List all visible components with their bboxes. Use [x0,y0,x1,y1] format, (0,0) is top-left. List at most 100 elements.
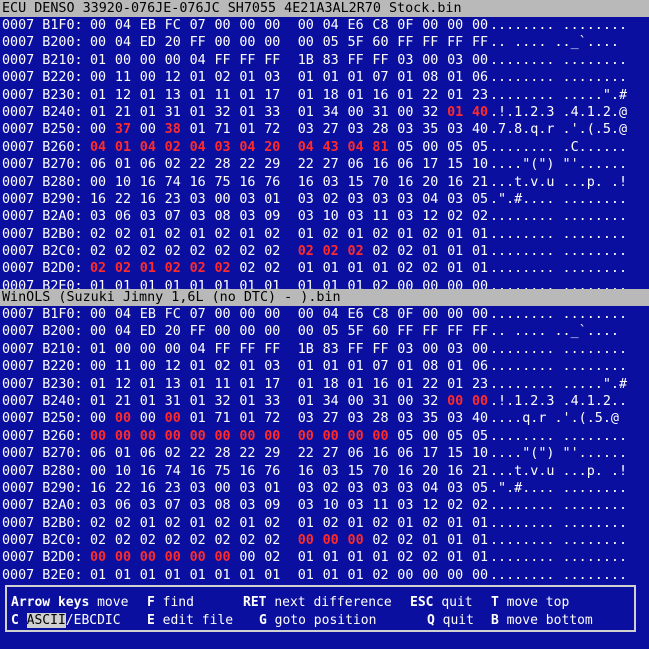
hex-byte: 01 [397,87,414,103]
hex-row[interactable]: 0007 B2A0: 03 06 03 07 03 08 03 09 03 10 03 11 03 12 02… [0,208,649,225]
hex-row[interactable]: 0007 B2C0: 02 02 02 02 02 02 02 02 00 00 00 02 02 01 01… [0,532,649,549]
row-hex-bytes: 02 02 01 02 01 02 01 02 01 02 01 02 01 02 01 01 [90,226,497,243]
stock-file-pane: ECU DENSO 33920-076JE-076JC SH7055 4E21A… [0,0,649,295]
hex-row[interactable]: 0007 B2D0: 02 02 01 02 02 02 02 02 01 01 01 01 02 02 01… [0,260,649,277]
hex-byte: 01 [447,550,464,566]
hex-byte: 01 [297,515,314,531]
help-ascii-ebcdic[interactable]: C ASCII/EBCDIC [11,613,121,628]
hex-row[interactable]: 0007 B250: 00 00 00 00 01 71 01 72 03 27 03 28 03 35 03… [0,410,649,427]
help-edit-file[interactable]: E edit file [147,613,233,628]
hex-row[interactable]: 0007 B230: 01 12 01 13 01 11 01 17 01 18 01 16 01 22 01… [0,376,649,393]
hex-byte: 70 [372,463,389,479]
help-next-difference[interactable]: RET next difference [243,595,392,610]
hex-row[interactable]: 0007 B240: 01 21 01 31 01 32 01 33 01 34 00 31 00 32 01… [0,104,649,121]
hex-row[interactable]: 0007 B210: 01 00 00 00 04 FF FF FF 1B 83 FF FF 03 00 03… [0,341,649,358]
row-address: 0007 B280: [2,463,83,479]
hex-byte: 01 [297,87,314,103]
hex-row[interactable]: 0007 B2E0: 01 01 01 01 01 01 01 01 01 01 01 02 00 00 00… [0,567,649,584]
hex-row[interactable]: 0007 B210: 01 00 00 00 04 FF FF FF 1B 83 FF FF 03 00 03… [0,52,649,69]
hex-byte: 02 [164,446,181,462]
help-quit[interactable]: Q quit [427,613,474,628]
hex-row[interactable]: 0007 B2C0: 02 02 02 02 02 02 02 02 02 02 02 02 02 01 01… [0,243,649,260]
hex-row[interactable]: 0007 B2A0: 03 06 03 07 03 08 03 09 03 10 03 11 03 12 02… [0,497,649,514]
hex-row[interactable]: 0007 B290: 16 22 16 23 03 00 03 01 03 02 03 03 03 04 03… [0,480,649,497]
hex-row[interactable]: 0007 B270: 06 01 06 02 22 28 22 29 22 27 06 16 06 17 15… [0,156,649,173]
hex-byte: 08 [214,209,231,225]
hex-row[interactable]: 0007 B260: 00 00 00 00 00 00 00 00 00 00 00 00 05 00 05… [0,428,649,445]
ascii-selected: ASCII [26,613,66,628]
hex-row[interactable]: 0007 B1F0: 00 04 EB FC 07 00 00 00 00 04 E6 C8 0F 00 00… [0,306,649,323]
hex-byte: 22 [422,87,439,103]
row-ascii: ........ ........ [490,261,628,277]
hex-row[interactable]: 0007 B250: 00 37 00 38 01 71 01 72 03 27 03 28 03 35 03… [0,121,649,138]
help-label: move top [506,595,570,610]
hex-byte: 01 [189,122,206,138]
hex-byte: 12 [114,87,132,103]
hex-row[interactable]: 0007 B200: 00 04 ED 20 FF 00 00 00 00 05 5F 60 FF FF FF… [0,34,649,51]
row-ascii: ........ ........ [490,359,628,375]
row-address: 0007 B220: [2,70,83,86]
help-move-top[interactable]: T move top [491,595,569,610]
hex-row[interactable]: 0007 B1F0: 00 04 EB FC 07 00 00 00 00 04 E6 C8 0F 00 00… [0,17,649,34]
help-label: find [162,595,194,610]
hex-row[interactable]: 0007 B2B0: 02 02 01 02 01 02 01 02 01 02 01 02 01 02 01… [0,226,649,243]
hex-byte-diff: 00 [347,428,364,444]
hex-row[interactable]: 0007 B270: 06 01 06 02 22 28 22 29 22 27 06 16 06 17 15… [0,445,649,462]
hex-row[interactable]: 0007 B220: 00 11 00 12 01 02 01 03 01 01 01 07 01 08 01… [0,69,649,86]
hex-row[interactable]: 0007 B240: 01 21 01 31 01 32 01 33 01 34 00 31 00 32 00… [0,393,649,410]
help-goto-position[interactable]: G goto position [259,613,376,628]
hex-byte: 04 [422,480,439,496]
hex-row[interactable]: 0007 B280: 00 10 16 74 16 75 16 76 16 03 15 70 16 20 16… [0,463,649,480]
hex-row[interactable]: 0007 B220: 00 11 00 12 01 02 01 03 01 01 01 07 01 08 01… [0,358,649,375]
hex-byte-diff: 00 [322,428,339,444]
row-hex-bytes: 00 37 00 38 01 71 01 72 03 27 03 28 03 35 03 40 [90,121,497,138]
hex-byte: 01 [139,104,156,120]
hex-byte: EB [139,18,156,33]
hex-row[interactable]: 0007 B2D0: 00 00 00 00 00 00 00 02 01 01 01 01 02 02 01… [0,549,649,566]
hex-byte-diff: 00 [164,550,181,566]
hex-byte-diff: 02 [214,261,231,277]
row-hex-bytes: 00 04 EB FC 07 00 00 00 00 04 E6 C8 0F 00 00 00 [90,17,497,34]
hex-byte: FF [189,35,206,51]
hex-byte: 03 [139,209,156,225]
help-find[interactable]: F find [147,595,194,610]
help-move-bottom[interactable]: B move bottom [491,613,593,628]
hex-row[interactable]: 0007 B280: 00 10 16 74 16 75 16 76 16 03 15 70 16 20 16… [0,174,649,191]
hex-byte: 02 [239,533,256,549]
hex-byte: FC [164,18,181,33]
hex-byte: 74 [164,463,181,479]
hex-byte: 35 [422,122,439,138]
hex-row[interactable]: 0007 B2B0: 02 02 01 02 01 02 01 02 01 02 01 02 01 02 01… [0,515,649,532]
hex-row[interactable]: 0007 B230: 01 12 01 13 01 11 01 17 01 18 01 16 01 22 01… [0,87,649,104]
hex-byte: 07 [189,307,206,322]
hex-byte-diff: 20 [264,139,281,155]
hex-byte: 00 [297,307,314,322]
hex-row[interactable]: 0007 B290: 16 22 16 23 03 00 03 01 03 02 03 03 03 04 03… [0,191,649,208]
hex-byte: 01 [114,446,132,462]
hex-byte: 01 [139,226,156,242]
row-address: 0007 B2A0: [2,209,83,225]
row-address: 0007 B280: [2,174,83,190]
hex-byte: 04 [322,307,339,322]
hex-byte: 02 [447,209,464,225]
hex-byte: FF [372,52,389,68]
row-ascii: ........ ........ [490,52,628,68]
hex-byte: 03 [347,191,364,207]
help-escape-quit[interactable]: ESC quit [410,595,473,610]
hex-byte: 02 [372,533,389,549]
hex-row[interactable]: 0007 B260: 04 01 04 02 04 03 04 20 04 43 04 81 05 00 05… [0,139,649,156]
hex-byte: 00 [214,480,231,496]
hex-row[interactable]: 0007 B200: 00 04 ED 20 FF 00 00 00 00 05 5F 60 FF FF FF… [0,323,649,340]
hex-byte-diff: 00 [297,428,314,444]
row-ascii: ........ ........ [490,209,628,225]
row-ascii: ....q.r .'.(.5.@ [490,411,619,427]
hex-byte: 23 [164,480,181,496]
hex-byte: 02 [372,244,389,260]
help-move[interactable]: Arrow keys move [11,595,128,610]
help-key: F [147,595,155,610]
help-key: T [491,595,499,610]
row-address: 0007 B290: [2,480,83,496]
row-hex-bytes: 00 00 00 00 00 00 00 00 00 00 00 00 05 00 05 05 [90,428,497,445]
hex-byte: 01 [297,359,314,375]
hex-byte: 01 [322,261,339,277]
